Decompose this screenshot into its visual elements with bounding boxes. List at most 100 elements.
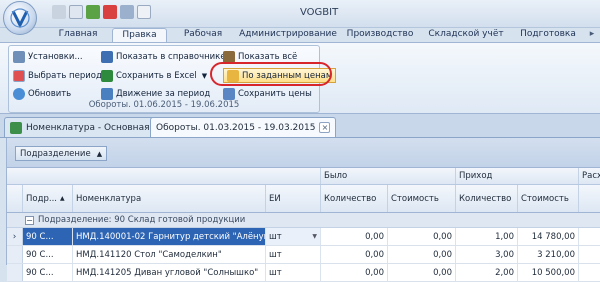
- row-current-indicator: ›: [7, 228, 23, 245]
- copy-icon[interactable]: [69, 5, 83, 19]
- movement-icon: [101, 87, 113, 100]
- cell-cost-prikhod[interactable]: 14 780,00: [518, 228, 579, 245]
- table-row[interactable]: 90 С... НМД.141205 Диван угловой "Солныш…: [7, 264, 600, 282]
- tab-glavnaya[interactable]: Главная: [50, 28, 106, 42]
- col-header-cost-prikhod[interactable]: Стоимость: [518, 185, 579, 212]
- cell-qty-prikhod[interactable]: 2,00: [456, 264, 518, 281]
- cell-department[interactable]: 90 С...: [23, 264, 73, 281]
- tab-podgotovka[interactable]: Подготовка: [515, 28, 581, 42]
- band-header-bylo: Было: [321, 168, 456, 184]
- show-in-reference-label: Показать в справочнике: [116, 51, 226, 62]
- doc-tab-turnover-label: Обороты. 01.03.2015 - 19.03.2015: [156, 122, 316, 133]
- scissors-icon[interactable]: [52, 5, 66, 19]
- cell-nomenclature[interactable]: НМД.141205 Диван угловой "Солнышко": [73, 264, 266, 281]
- cell-qty-bylo[interactable]: 0,00: [321, 264, 388, 281]
- cell-unit-editor[interactable]: шт ▼: [266, 228, 321, 245]
- settings-icon: [13, 50, 25, 63]
- table-row[interactable]: 90 С... НМД.141120 Стол "Самоделкин" шт …: [7, 246, 600, 264]
- excel-icon: [101, 69, 113, 82]
- cell-department[interactable]: 90 С...: [23, 246, 73, 263]
- doc-tab-turnover[interactable]: Обороты. 01.03.2015 - 19.03.2015 ×: [150, 117, 337, 137]
- col-header-qty-bylo[interactable]: Количество: [321, 185, 388, 212]
- refresh-label: Обновить: [28, 88, 72, 99]
- cell-qty-bylo[interactable]: 0,00: [321, 228, 388, 245]
- refresh-icon: [13, 87, 25, 100]
- band-header-raskhod: Расх: [582, 171, 600, 181]
- chevron-up-icon: ▲: [96, 149, 103, 158]
- document-tabs: Номенклатура - Основная Обороты. 01.03.2…: [0, 114, 600, 138]
- row-indicator-header: [7, 185, 23, 212]
- cell-cost-bylo[interactable]: 0,00: [388, 228, 456, 245]
- show-in-reference-button[interactable]: Показать в справочнике: [101, 49, 226, 64]
- save-to-excel-label: Сохранить в Excel: [116, 70, 197, 81]
- col-header-department[interactable]: Подр... ▲: [23, 185, 73, 212]
- band-spacer: [7, 168, 321, 184]
- ribbon-tabs: Главная Правка Рабочая Администрирование…: [0, 28, 600, 42]
- application-menu-button[interactable]: [3, 1, 37, 35]
- tab-skladskoy-uchet[interactable]: Складской учёт: [422, 28, 510, 42]
- cell-qty-prikhod[interactable]: 3,00: [456, 246, 518, 263]
- col-header-raskhod-partial: [579, 185, 600, 212]
- movement-for-period-button[interactable]: Движение за период: [101, 86, 210, 101]
- highlight-annotation: [210, 62, 332, 86]
- cell-cost-bylo[interactable]: 0,00: [388, 264, 456, 281]
- cell-unit-value: шт: [269, 231, 282, 242]
- cell-unit[interactable]: шт: [266, 246, 321, 263]
- close-icon[interactable]: ×: [319, 122, 331, 133]
- show-all-label: Показать всё: [238, 51, 298, 62]
- group-chip-department[interactable]: Подразделение ▲: [15, 146, 108, 161]
- select-period-button[interactable]: Выбрать период: [13, 68, 102, 83]
- col-header-cost-bylo[interactable]: Стоимость: [388, 185, 456, 212]
- title-bar: VOGBIT: [0, 0, 600, 35]
- col-header-qty-prikhod[interactable]: Количество: [456, 185, 518, 212]
- tab-proizvodstvo[interactable]: Производство: [343, 28, 417, 42]
- band-header-row: Было Приход Расх: [7, 168, 600, 185]
- dropdown-arrow-icon[interactable]: ▼: [312, 233, 317, 240]
- cell-cost-prikhod[interactable]: 3 210,00: [518, 246, 579, 263]
- row-indicator: [7, 264, 23, 281]
- nomenclature-icon: [10, 121, 22, 134]
- chevron-down-icon[interactable]: ▼: [202, 72, 207, 80]
- select-period-label: Выбрать период: [28, 70, 102, 81]
- cell-cost-prikhod[interactable]: 10 500,00: [518, 264, 579, 281]
- ribbon-group-label: Обороты. 01.06.2015 - 19.06.2015: [88, 100, 240, 110]
- cell-department[interactable]: 90 С...: [23, 228, 73, 245]
- tab-pravka[interactable]: Правка: [112, 28, 167, 42]
- refresh-button[interactable]: Обновить: [13, 86, 71, 101]
- cell-cost-bylo[interactable]: 0,00: [388, 246, 456, 263]
- cell-qty-bylo[interactable]: 0,00: [321, 246, 388, 263]
- save-prices-button[interactable]: Сохранить цены: [223, 86, 312, 101]
- book-icon: [101, 50, 113, 63]
- band-header-prikhod: Приход: [456, 168, 579, 184]
- save-prices-label: Сохранить цены: [238, 88, 312, 99]
- tab-rabochaya[interactable]: Рабочая: [172, 28, 234, 42]
- export-icon[interactable]: [86, 5, 100, 19]
- clear-icon[interactable]: [103, 5, 117, 19]
- cell-nomenclature[interactable]: НМД.140001-02 Гарнитур детский "Алёнушка…: [73, 228, 266, 245]
- calendar-icon: [13, 69, 25, 82]
- save-icon[interactable]: [120, 5, 134, 19]
- col-header-nomenclature[interactable]: Номенклатура: [73, 185, 266, 212]
- cell-qty-prikhod[interactable]: 1,00: [456, 228, 518, 245]
- collapse-icon[interactable]: −: [25, 215, 34, 225]
- quick-access-toolbar: [52, 5, 151, 19]
- col-header-department-label: Подр...: [26, 193, 57, 204]
- doc-tab-nomenclature-label: Номенклатура - Основная: [26, 122, 150, 133]
- settings-label: Установки...: [28, 51, 83, 62]
- tab-administrirovanie[interactable]: Администрирование: [238, 28, 338, 42]
- group-row-label: Подразделение: 90 Склад готовой продукци…: [38, 215, 246, 225]
- table-row[interactable]: › 90 С... НМД.140001-02 Гарнитур детский…: [7, 228, 600, 246]
- document-icon[interactable]: [137, 5, 151, 19]
- col-header-unit[interactable]: ЕИ: [266, 185, 321, 212]
- cell-nomenclature[interactable]: НМД.141120 Стол "Самоделкин": [73, 246, 266, 263]
- settings-button[interactable]: Установки...: [13, 49, 83, 64]
- more-tabs-icon[interactable]: ▸: [586, 28, 598, 42]
- group-chip-label: Подразделение: [20, 148, 91, 159]
- cell-unit[interactable]: шт: [266, 264, 321, 281]
- sort-ascending-icon: ▲: [59, 195, 65, 202]
- group-row-department[interactable]: − Подразделение: 90 Склад готовой продук…: [7, 213, 600, 228]
- column-header-row: Подр... ▲ Номенклатура ЕИ Количество Сто…: [7, 185, 600, 213]
- save-to-excel-button[interactable]: Сохранить в Excel ▼: [101, 68, 207, 83]
- doc-tab-nomenclature[interactable]: Номенклатура - Основная: [4, 117, 156, 137]
- group-by-area: Подразделение ▲: [7, 138, 600, 168]
